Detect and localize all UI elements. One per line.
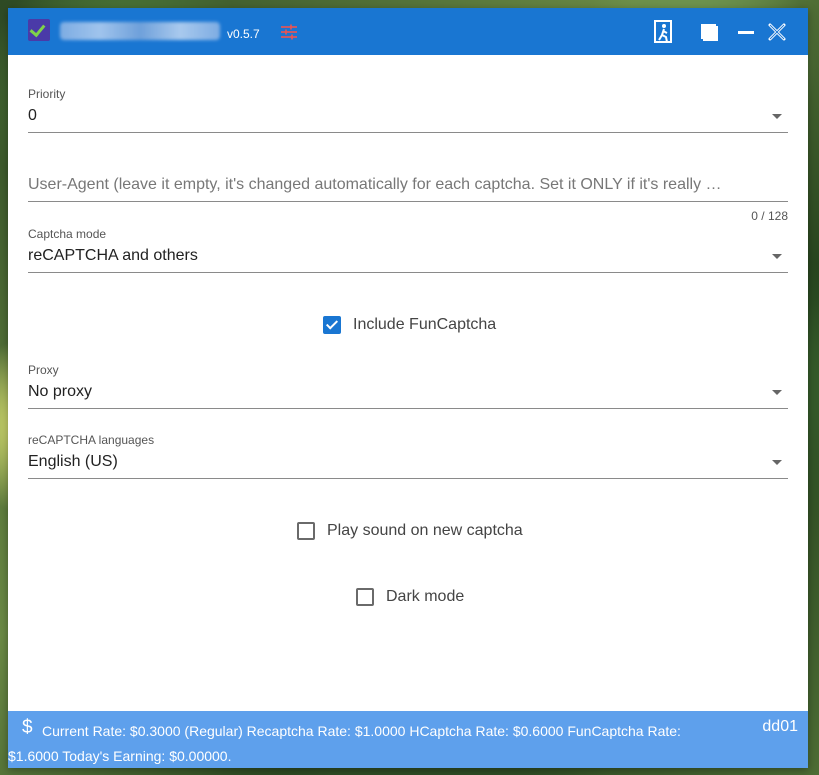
user-agent-counter: 0 / 128 xyxy=(751,209,788,223)
proxy-select[interactable]: Proxy No proxy xyxy=(28,363,788,409)
priority-underline xyxy=(28,132,788,133)
dark-mode-checkbox[interactable]: Dark mode xyxy=(356,588,464,606)
include-funcaptcha-label: Include FunCaptcha xyxy=(353,316,497,333)
priority-value: 0 xyxy=(28,107,37,124)
priority-label: Priority xyxy=(28,87,66,101)
exit-icon[interactable] xyxy=(650,18,678,46)
app-name-blurred xyxy=(60,22,220,40)
checkbox-checked-icon[interactable] xyxy=(323,316,341,334)
captcha-mode-value: reCAPTCHA and others xyxy=(28,247,198,264)
proxy-label: Proxy xyxy=(28,363,59,377)
app-version: v0.5.7 xyxy=(227,27,260,41)
play-sound-checkbox[interactable]: Play sound on new captcha xyxy=(297,522,523,540)
app-logo-icon xyxy=(28,19,50,41)
chevron-down-icon xyxy=(772,254,782,259)
recaptcha-languages-select[interactable]: reCAPTCHA languages English (US) xyxy=(28,433,788,479)
user-agent-underline xyxy=(28,201,788,202)
priority-select[interactable]: Priority 0 xyxy=(28,87,788,133)
recaptcha-languages-underline xyxy=(28,478,788,479)
user-agent-input[interactable]: User-Agent (leave it empty, it's changed… xyxy=(28,176,788,226)
recaptcha-languages-value: English (US) xyxy=(28,453,118,470)
play-sound-label: Play sound on new captcha xyxy=(327,522,523,539)
captcha-mode-label: Captcha mode xyxy=(28,227,107,241)
checkbox-unchecked-icon[interactable] xyxy=(297,522,315,540)
dark-mode-label: Dark mode xyxy=(386,588,465,605)
include-funcaptcha-checkbox[interactable]: Include FunCaptcha xyxy=(323,316,496,334)
user-agent-placeholder: User-Agent (leave it empty, it's changed… xyxy=(28,176,722,193)
proxy-underline xyxy=(28,408,788,409)
chevron-down-icon xyxy=(772,460,782,465)
captcha-mode-select[interactable]: Captcha mode reCAPTCHA and others xyxy=(28,227,788,273)
captcha-mode-underline xyxy=(28,272,788,273)
proxy-value: No proxy xyxy=(28,383,93,400)
minimize-icon[interactable] xyxy=(732,18,760,46)
app-window: v0.5.7 Priority 0 User-Agent (leave it e… xyxy=(8,8,808,768)
recaptcha-languages-label: reCAPTCHA languages xyxy=(28,433,155,447)
chevron-down-icon xyxy=(772,390,782,395)
checkbox-unchecked-icon[interactable] xyxy=(356,588,374,606)
earnings-rates-text: Current Rate: $0.3000 (Regular) Recaptch… xyxy=(8,723,681,764)
title-bar[interactable]: v0.5.7 xyxy=(8,8,808,55)
maximize-icon[interactable] xyxy=(695,18,723,46)
tune-icon[interactable] xyxy=(280,24,298,40)
status-bar: $ Current Rate: $0.3000 (Regular) Recapt… xyxy=(8,711,808,768)
chevron-down-icon xyxy=(772,114,782,119)
user-id: dd01 xyxy=(762,718,798,735)
close-icon[interactable] xyxy=(763,18,791,46)
